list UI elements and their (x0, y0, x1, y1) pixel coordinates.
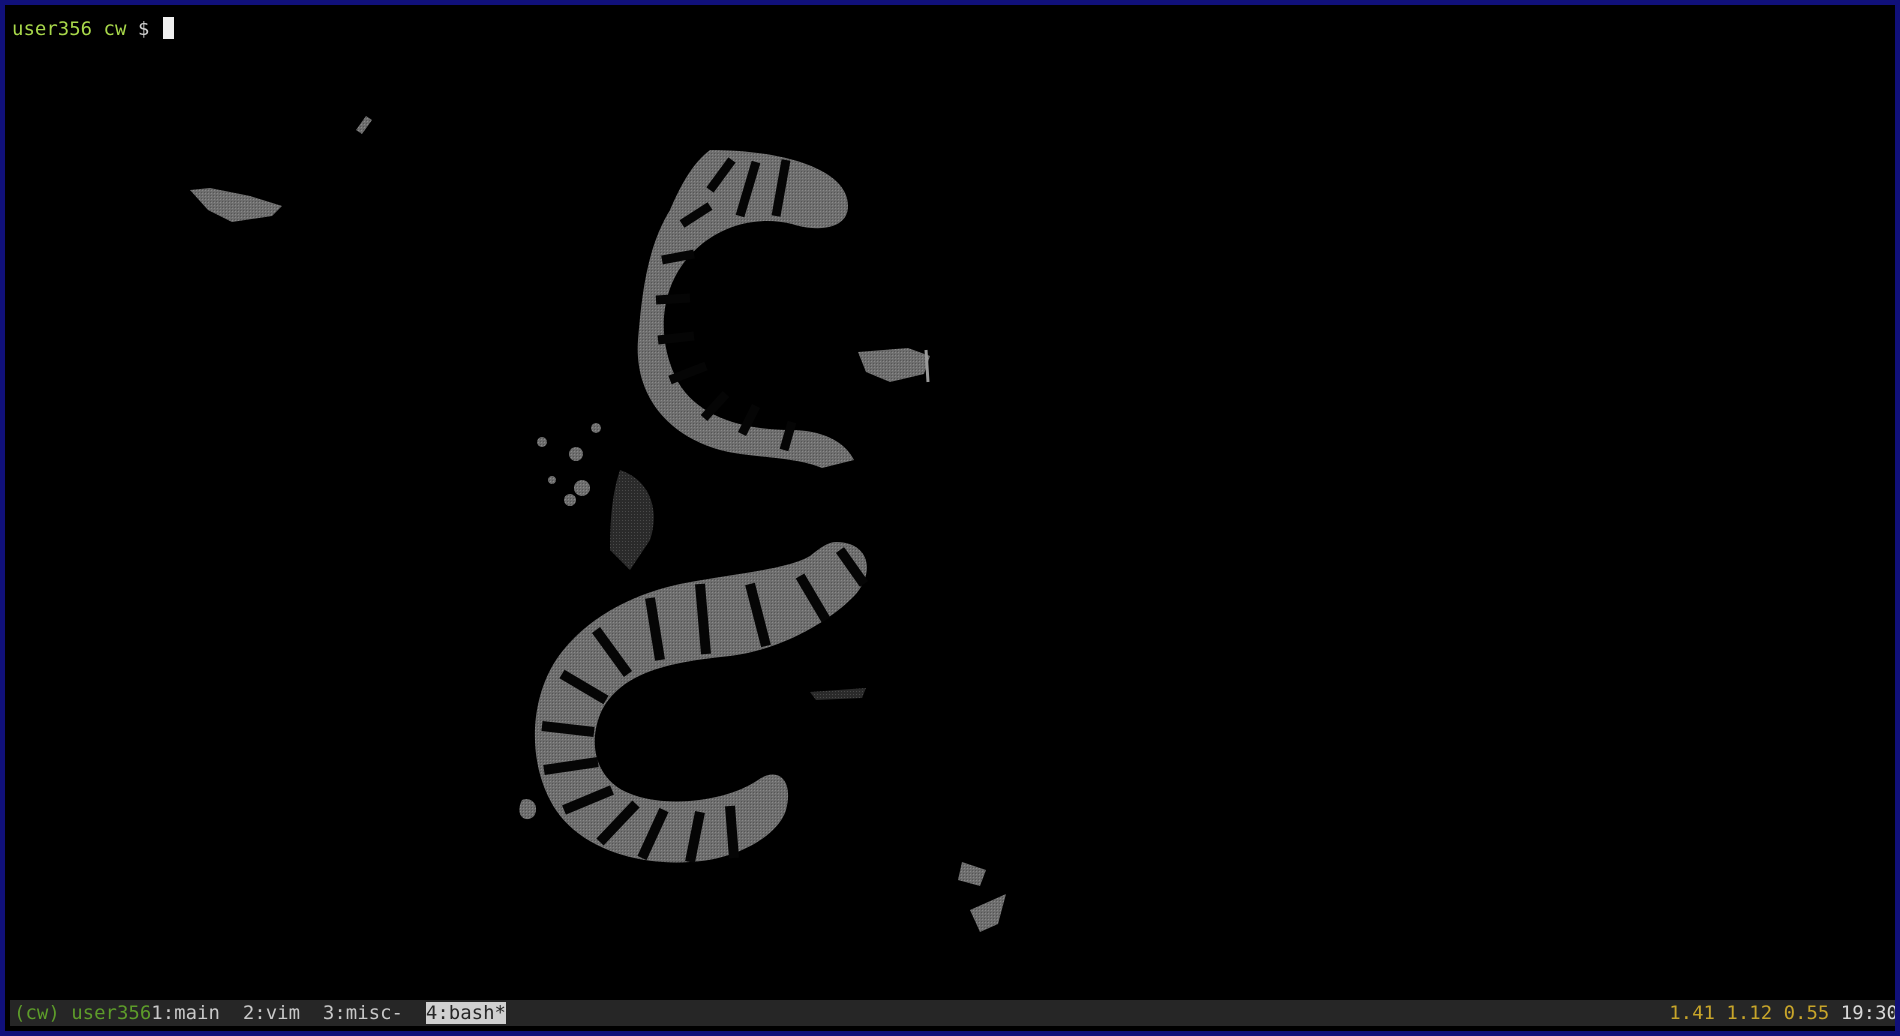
window-tab-bash-active[interactable]: 4:bash* (425, 1002, 506, 1024)
shell-prompt[interactable]: user356 cw $ (12, 15, 174, 43)
window-bottom-edge (10, 1026, 1895, 1031)
prompt-directory: cw (103, 18, 127, 40)
session-name: (cw) (14, 1002, 60, 1024)
tmux-status-bar: (cw) user3561:main 2:vim 3:misc- 4:bash*… (10, 1000, 1898, 1026)
load-average: 1.41 1.12 0.55 (1669, 1002, 1830, 1024)
status-left: (cw) user3561:main 2:vim 3:misc- 4:bash* (14, 1000, 506, 1026)
terminal-pane[interactable]: user356 cw $ (10, 10, 1895, 1000)
status-clock: 19:30 (1840, 1002, 1898, 1024)
text-cursor (162, 17, 174, 39)
status-right: 1.41 1.12 0.55 19:30 (1669, 1000, 1898, 1026)
window-tab-misc[interactable]: 3:misc- (323, 1002, 403, 1024)
terminal-window-frame: user356 cw $ (cw) user3561:main 2:vim 3:… (0, 0, 1900, 1036)
prompt-user: user356 (12, 18, 93, 40)
prompt-symbol: $ (137, 18, 150, 40)
status-hostname: user356 (71, 1002, 152, 1024)
serpent-wallpaper-icon (190, 116, 1006, 932)
window-tab-vim[interactable]: 2:vim (243, 1002, 300, 1024)
window-tab-main[interactable]: 1:main (151, 1002, 220, 1024)
